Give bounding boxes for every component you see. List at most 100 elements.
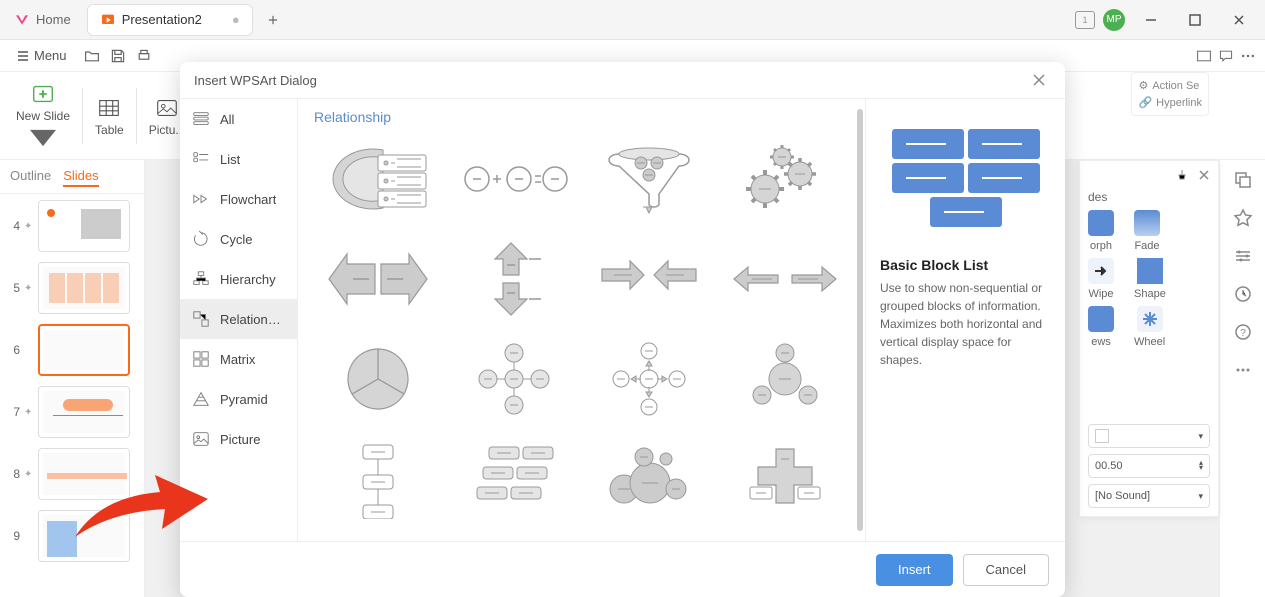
slides-list[interactable]: 4✦ 5✦ 6 7✦ 8✦ 9 <box>0 194 144 597</box>
slide-thumbnail[interactable]: 7✦ <box>6 386 138 438</box>
insert-button[interactable]: Insert <box>876 554 953 586</box>
dialog-header: Insert WPSArt Dialog <box>180 62 1065 98</box>
user-avatar[interactable]: MP <box>1103 9 1125 31</box>
diagram-option-counterbalance[interactable] <box>721 233 849 325</box>
insert-wpsart-dialog: Insert WPSArt Dialog All List Flowchart … <box>180 62 1065 597</box>
more-options-icon[interactable] <box>1233 360 1253 380</box>
textbox-icon[interactable] <box>1195 47 1213 65</box>
right-sidebar: ? <box>1219 160 1265 597</box>
dialog-footer: Insert Cancel <box>180 541 1065 597</box>
table-button[interactable]: Table <box>95 95 124 137</box>
transition-morph[interactable]: orph <box>1088 210 1114 252</box>
panel-close-icon[interactable] <box>1198 169 1210 184</box>
gallery-scrollbar[interactable] <box>857 109 863 531</box>
sliders-icon[interactable] <box>1233 246 1253 266</box>
category-picture[interactable]: Picture <box>180 419 297 459</box>
transition-shape[interactable]: Shape <box>1134 258 1166 300</box>
category-hierarchy[interactable]: Hierarchy <box>180 259 297 299</box>
titlebar: Home Presentation2 ● 1 MP <box>0 0 1265 40</box>
preview-title: Basic Block List <box>880 257 1051 273</box>
layers-icon[interactable] <box>1233 170 1253 190</box>
window-index-icon[interactable]: 1 <box>1075 11 1095 29</box>
duration-input[interactable]: 00.50▴▾ <box>1088 454 1210 478</box>
sound-select[interactable]: [No Sound]▾ <box>1088 484 1210 508</box>
category-sidebar: All List Flowchart Cycle Hierarchy Relat… <box>180 99 298 541</box>
print-icon[interactable] <box>135 47 153 65</box>
comment-icon[interactable] <box>1217 47 1235 65</box>
pin-icon[interactable] <box>1176 169 1188 184</box>
preview-description: Use to show non-sequential or grouped bl… <box>880 279 1051 369</box>
transition-fade[interactable]: Fade <box>1134 210 1160 252</box>
minimize-button[interactable] <box>1133 2 1169 38</box>
menu-button[interactable]: Menu <box>8 44 75 67</box>
transitions-section-label: des <box>1088 190 1210 204</box>
diagram-option-plus-grid[interactable] <box>721 433 849 525</box>
diagram-option-nested-rings[interactable] <box>314 133 442 225</box>
slide-thumbnail[interactable]: 8✦ <box>6 448 138 500</box>
gallery: Relationship <box>298 99 865 541</box>
diagram-option-radial-arrows[interactable] <box>586 333 714 425</box>
category-list[interactable]: List <box>180 139 297 179</box>
tab-home[interactable]: Home <box>2 4 83 36</box>
history-icon[interactable] <box>1233 284 1253 304</box>
diagram-option-radial-plus[interactable] <box>450 333 578 425</box>
diagram-option-opposing-arrows-pair[interactable] <box>586 233 714 325</box>
dialog-title: Insert WPSArt Dialog <box>194 73 317 88</box>
diagram-option-bubbles[interactable] <box>586 433 714 525</box>
diagram-option-opposing-arrows-v[interactable] <box>450 233 578 325</box>
category-all[interactable]: All <box>180 99 297 139</box>
diagram-option-funnel[interactable] <box>586 133 714 225</box>
slide-panel: Outline Slides 4✦ 5✦ 6 7✦ 8✦ 9 <box>0 160 145 597</box>
save-icon[interactable] <box>109 47 127 65</box>
diagram-option-cluster[interactable] <box>721 333 849 425</box>
cancel-button[interactable]: Cancel <box>963 554 1049 586</box>
action-settings-button[interactable]: ⚙Action Se <box>1138 79 1202 92</box>
diagram-option-opposing-arrows-h[interactable] <box>314 233 442 325</box>
category-flowchart[interactable]: Flowchart <box>180 179 297 219</box>
presentation-icon <box>100 12 116 28</box>
slide-thumbnail[interactable]: 9 <box>6 510 138 562</box>
preview-image <box>880 113 1051 243</box>
slide-thumbnail[interactable]: 6 <box>6 324 138 376</box>
transition-wheel[interactable]: Wheel <box>1134 306 1165 348</box>
diagram-option-staggered[interactable] <box>450 433 578 525</box>
tab-doc-label: Presentation2 <box>122 12 202 27</box>
close-button[interactable] <box>1221 2 1257 38</box>
category-matrix[interactable]: Matrix <box>180 339 297 379</box>
slide-thumbnail[interactable]: 5✦ <box>6 262 138 314</box>
diagram-option-org-chart[interactable] <box>314 433 442 525</box>
tab-slides[interactable]: Slides <box>63 166 98 187</box>
gallery-heading: Relationship <box>314 109 849 125</box>
diagram-option-pie[interactable] <box>314 333 442 425</box>
wps-logo-icon <box>14 12 30 28</box>
tab-home-label: Home <box>36 12 71 27</box>
new-tab-button[interactable] <box>259 6 287 34</box>
menu-label: Menu <box>34 48 67 63</box>
preview-panel: Basic Block List Use to show non-sequent… <box>865 99 1065 541</box>
slide-panel-tabs: Outline Slides <box>0 160 144 194</box>
category-relationship[interactable]: Relations... <box>180 299 297 339</box>
svg-text:?: ? <box>1240 328 1246 339</box>
open-file-icon[interactable] <box>83 47 101 65</box>
new-slide-label: New Slide <box>16 109 70 123</box>
dialog-close-button[interactable] <box>1027 68 1051 92</box>
slide-thumbnail[interactable]: 4✦ <box>6 200 138 252</box>
maximize-button[interactable] <box>1177 2 1213 38</box>
transition-wipe[interactable]: Wipe <box>1088 258 1114 300</box>
category-cycle[interactable]: Cycle <box>180 219 297 259</box>
tab-modified-dot: ● <box>232 12 240 27</box>
transitions-panel: des orph Fade Wipe Shape ews Wheel ▾ 00.… <box>1079 160 1219 517</box>
star-icon[interactable] <box>1233 208 1253 228</box>
more-icon[interactable] <box>1239 47 1257 65</box>
new-slide-button[interactable]: New Slide <box>16 81 70 151</box>
color-chip[interactable]: ▾ <box>1088 424 1210 448</box>
diagram-option-equation[interactable] <box>450 133 578 225</box>
category-pyramid[interactable]: Pyramid <box>180 379 297 419</box>
transition-news[interactable]: ews <box>1088 306 1114 348</box>
table-label: Table <box>95 123 124 137</box>
hyperlink-button[interactable]: 🔗Hyperlink <box>1138 96 1202 109</box>
help-icon[interactable]: ? <box>1233 322 1253 342</box>
tab-outline[interactable]: Outline <box>10 166 51 187</box>
tab-document[interactable]: Presentation2 ● <box>87 4 253 36</box>
diagram-option-gears[interactable] <box>721 133 849 225</box>
